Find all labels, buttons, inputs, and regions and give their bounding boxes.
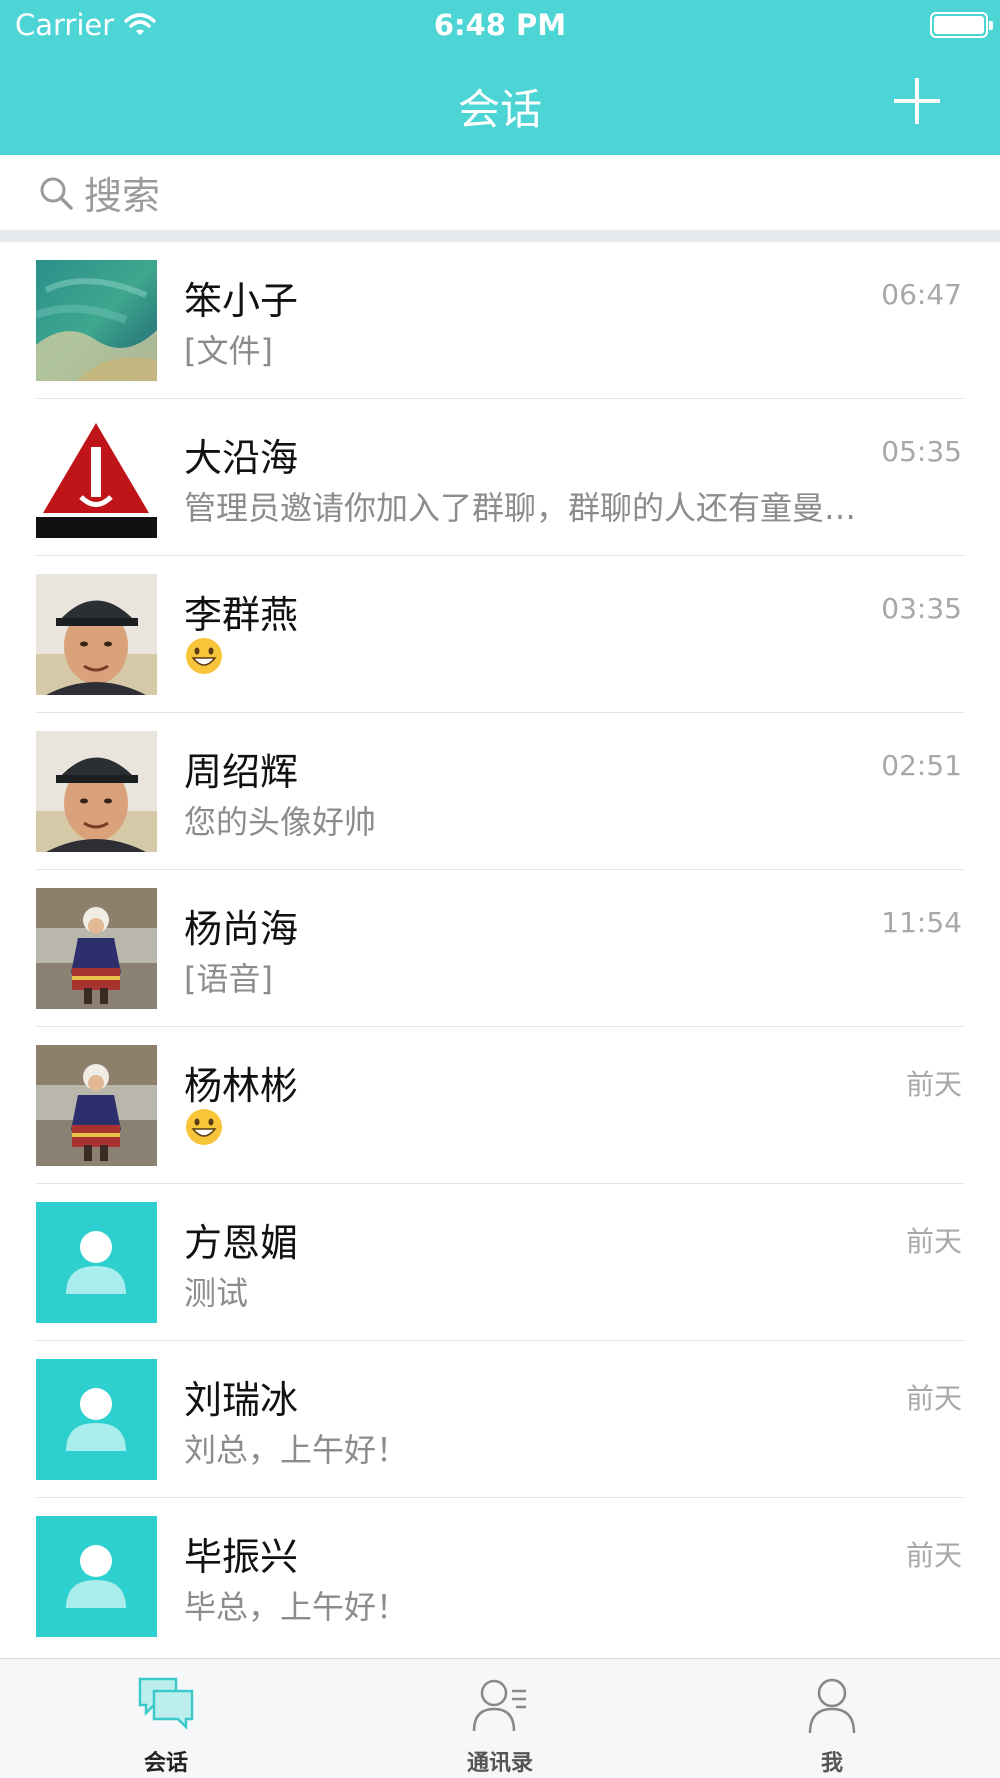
conversation-list: 笨小子 [文件] 06:47 大沿海 管理员邀请你加入了群聊，群聊的人还有童曼…… xyxy=(0,242,1000,1655)
chat-bubbles-icon xyxy=(138,1677,194,1731)
add-button[interactable] xyxy=(894,78,940,124)
avatar xyxy=(36,417,157,538)
child-costume-photo-avatar xyxy=(36,1045,157,1166)
tab-label: 我 xyxy=(820,1751,843,1776)
message-time: 11:54 xyxy=(881,906,962,939)
default-person-icon xyxy=(36,1202,157,1323)
last-message xyxy=(184,636,924,676)
person-icon xyxy=(808,1678,856,1734)
avatar xyxy=(36,1516,157,1637)
grinning-face-emoji-icon xyxy=(186,638,222,674)
contact-name: 方恩媚 xyxy=(184,1221,299,1265)
default-person-icon xyxy=(36,1359,157,1480)
last-message: 您的头像好帅 xyxy=(184,803,377,841)
list-item[interactable]: 笨小子 [文件] 06:47 xyxy=(0,242,1000,399)
last-message xyxy=(184,1107,924,1147)
message-time: 前天 xyxy=(905,1068,962,1101)
list-item[interactable]: 刘瑞冰 刘总，上午好！ 前天 xyxy=(0,1341,1000,1498)
message-time: 05:35 xyxy=(881,435,962,468)
avatar xyxy=(36,1202,157,1323)
avatar xyxy=(36,1359,157,1480)
avatar xyxy=(36,731,157,852)
contact-name: 毕振兴 xyxy=(184,1535,299,1579)
default-person-icon xyxy=(36,1516,157,1637)
last-message: 管理员邀请你加入了群聊，群聊的人还有童曼… xyxy=(184,489,857,527)
message-time: 前天 xyxy=(905,1225,962,1258)
contact-name: 杨尚海 xyxy=(184,907,299,951)
contacts-icon xyxy=(472,1679,526,1732)
list-item[interactable]: 周绍辉 您的头像好帅 02:51 xyxy=(0,713,1000,870)
contact-name: 杨林彬 xyxy=(184,1064,299,1108)
avatar xyxy=(36,260,157,381)
list-item[interactable]: 大沿海 管理员邀请你加入了群聊，群聊的人还有童曼… 05:35 xyxy=(0,399,1000,556)
list-item[interactable]: 李群燕 03:35 xyxy=(0,556,1000,713)
avatar xyxy=(36,574,157,695)
search-input[interactable]: 搜索 xyxy=(84,165,160,220)
tab-label: 会话 xyxy=(143,1751,188,1776)
search-icon xyxy=(40,177,73,210)
nav-header: Carrier 6:48 PM 会话 xyxy=(0,0,1000,155)
message-time: 前天 xyxy=(905,1382,962,1415)
last-message: 测试 xyxy=(184,1274,249,1312)
grinning-face-emoji-icon xyxy=(186,1109,222,1145)
contact-name: 大沿海 xyxy=(184,436,299,480)
list-item[interactable]: 杨尚海 [语音] 11:54 xyxy=(0,870,1000,1027)
tab-me[interactable]: 我 xyxy=(732,1659,932,1778)
contact-name: 周绍辉 xyxy=(184,750,299,794)
last-message: [语音] xyxy=(184,960,273,998)
tab-label: 通讯录 xyxy=(466,1751,533,1776)
message-time: 06:47 xyxy=(881,278,962,311)
last-message: [文件] xyxy=(184,332,273,370)
message-time: 03:35 xyxy=(881,592,962,625)
list-item[interactable]: 毕振兴 毕总，上午好！ 前天 xyxy=(0,1498,1000,1655)
search-bar[interactable]: 搜索 xyxy=(0,155,1000,230)
red-triangle-logo-avatar xyxy=(36,417,157,538)
page-title: 会话 xyxy=(457,85,542,134)
battery-icon xyxy=(930,12,993,38)
tab-conversations[interactable]: 会话 xyxy=(66,1659,266,1778)
section-divider xyxy=(0,230,1000,242)
message-time: 02:51 xyxy=(881,749,962,782)
ocean-photo-avatar xyxy=(36,260,157,381)
man-in-cap-photo-avatar xyxy=(36,731,157,852)
list-item[interactable]: 方恩媚 测试 前天 xyxy=(0,1184,1000,1341)
avatar xyxy=(36,888,157,1009)
list-item[interactable]: 杨林彬 前天 xyxy=(0,1027,1000,1184)
contact-name: 笨小子 xyxy=(184,279,299,323)
last-message: 刘总，上午好！ xyxy=(184,1431,409,1469)
man-in-cap-photo-avatar xyxy=(36,574,157,695)
child-costume-photo-avatar xyxy=(36,888,157,1009)
tab-contacts[interactable]: 通讯录 xyxy=(400,1659,600,1778)
status-time: 6:48 PM xyxy=(433,8,567,42)
message-time: 前天 xyxy=(905,1539,962,1572)
status-bar: Carrier 6:48 PM xyxy=(0,0,1000,50)
tab-bar: 会话 通讯录 我 xyxy=(0,1658,1000,1778)
contact-name: 刘瑞冰 xyxy=(184,1378,299,1422)
last-message: 毕总，上午好！ xyxy=(184,1588,409,1626)
avatar xyxy=(36,1045,157,1166)
contact-name: 李群燕 xyxy=(184,593,299,637)
